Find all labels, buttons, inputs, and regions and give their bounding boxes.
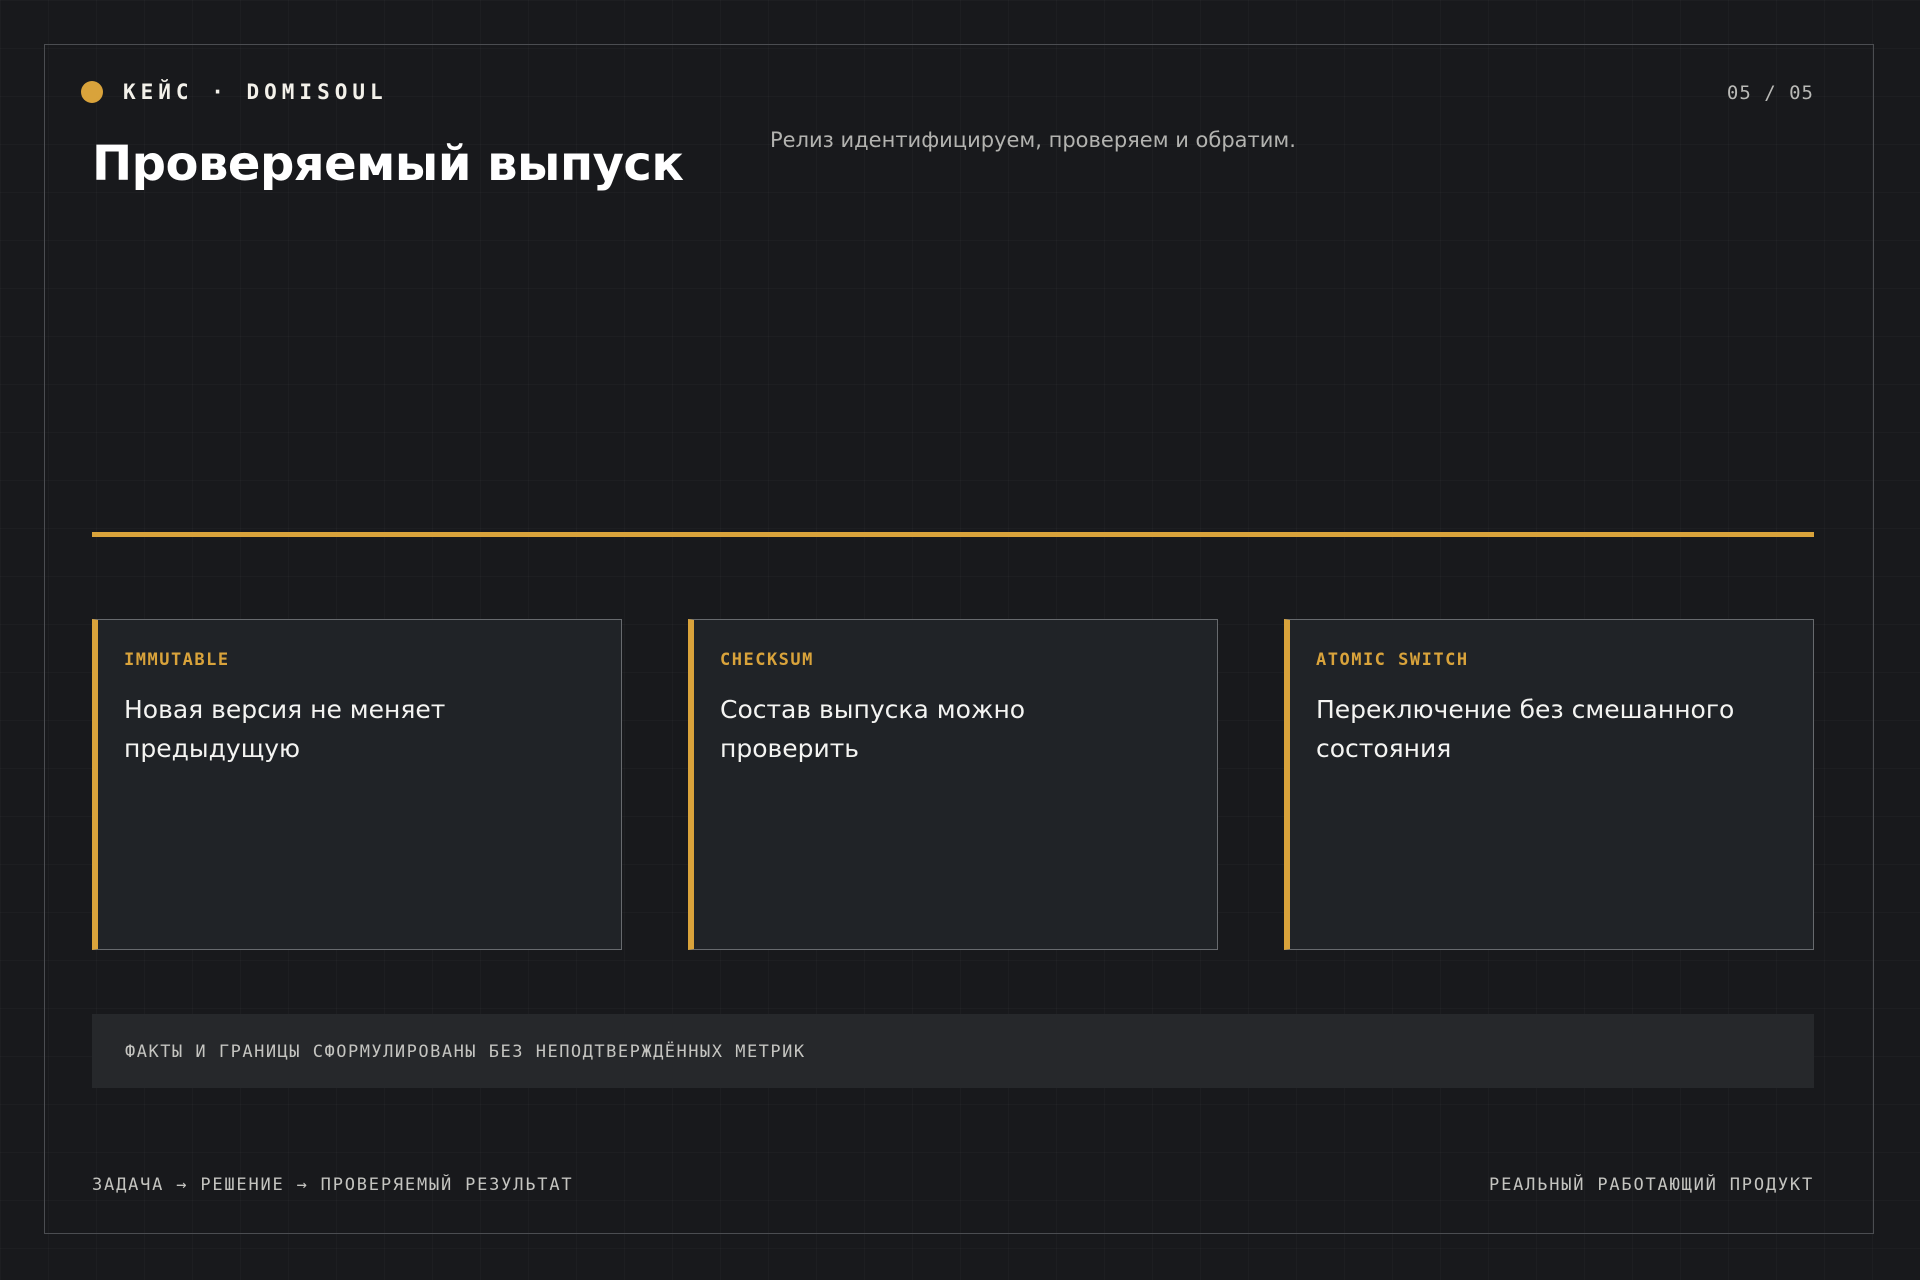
note-bar: ФАКТЫ И ГРАНИЦЫ СФОРМУЛИРОВАНЫ БЕЗ НЕПОД… [92, 1014, 1814, 1088]
card-tag: ATOMIC SWITCH [1316, 650, 1469, 670]
page-title: Проверяемый выпуск [92, 136, 684, 192]
brand-dot-icon [81, 81, 103, 103]
note-text: ФАКТЫ И ГРАНИЦЫ СФОРМУЛИРОВАНЫ БЕЗ НЕПОД… [125, 1042, 806, 1062]
card-atomic-switch: ATOMIC SWITCH Переключение без смешанног… [1284, 619, 1814, 950]
brand-label: КЕЙС · DOMISOUL [123, 80, 388, 104]
card-tag: CHECKSUM [720, 650, 814, 670]
card-text: Состав выпуска можно проверить [720, 695, 1026, 763]
footer-flow: ЗАДАЧА → РЕШЕНИЕ → ПРОВЕРЯЕМЫЙ РЕЗУЛЬТАТ [92, 1175, 574, 1195]
card-checksum: CHECKSUM Состав выпуска можно проверить [688, 619, 1218, 950]
brand: КЕЙС · DOMISOUL [81, 80, 388, 104]
card-text: Переключение без смешанного состояния [1316, 695, 1735, 763]
page-counter: 05 / 05 [1726, 82, 1814, 104]
card-text: Новая версия не меняет предыдущую [124, 695, 446, 763]
card-immutable: IMMUTABLE Новая версия не меняет предыду… [92, 619, 622, 950]
accent-divider [92, 532, 1814, 537]
card-tag: IMMUTABLE [124, 650, 230, 670]
page-subtitle: Релиз идентифицируем, проверяем и обрати… [770, 128, 1296, 152]
footer-tagline: РЕАЛЬНЫЙ РАБОТАЮЩИЙ ПРОДУКТ [1489, 1175, 1814, 1195]
